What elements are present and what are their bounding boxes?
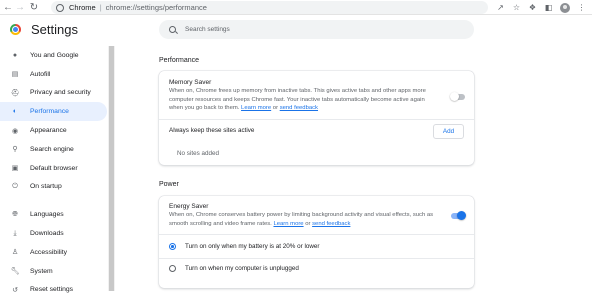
forward-arrow-icon[interactable]: → [14,0,26,14]
search-icon [169,26,176,33]
sidebar-item-label: Reset settings [30,286,74,294]
browser-window-icon: ▣ [11,165,19,173]
side-panel-icon[interactable]: ◧ [544,3,553,12]
search-input[interactable] [185,26,465,33]
shield-icon: ⛑ [10,89,20,97]
energy-saver-toggle[interactable] [451,211,466,220]
energy-saver-title: Energy Saver [169,203,209,210]
sidebar-item-system[interactable]: 🔧︎ System [0,262,107,281]
sidebar-item-autofill[interactable]: ▤ Autofill [0,65,107,84]
sidebar-item-label: Languages [30,211,64,219]
always-keep-active-label: Always keep these sites active [169,127,255,134]
toggle-knob [450,92,459,101]
sidebar-item-label: Default browser [30,164,78,172]
power-section-title: Power [159,181,179,188]
toggle-knob [457,211,466,220]
sidebar-item-you-and-google[interactable]: ● You and Google [0,46,107,65]
reload-icon[interactable]: ↻ [28,0,40,14]
sidebar-item-label: On startup [30,183,62,191]
profile-avatar[interactable] [560,2,570,13]
sidebar-item-appearance[interactable]: ◉ Appearance [0,121,107,140]
omnibox-separator: | [99,3,102,12]
chrome-logo-icon [10,24,21,35]
sidebar-item-label: Search engine [30,145,74,153]
back-arrow-icon[interactable]: ← [2,0,14,14]
settings-search[interactable] [159,20,474,39]
energy-saver-description: When on, Chrome conserves battery power … [169,211,437,228]
speedometer-icon: ◐ [12,108,18,116]
unplugged-radio[interactable] [169,265,176,272]
power-icon: ⏻ [12,182,18,190]
sidebar-item-label: Downloads [30,230,64,238]
memory-saver-title: Memory Saver [169,79,212,86]
sidebar-nav: ● You and Google ▤ Autofill ⛑ Privacy an… [0,46,108,299]
reset-icon: ↺ [12,286,18,294]
sidebar-item-label: Performance [30,108,69,116]
person-icon: ● [12,51,18,59]
sidebar-scrollbar-thumb[interactable] [109,46,114,291]
sidebar-item-label: Accessibility [30,248,68,256]
energy-saver-or-text: or [303,220,313,227]
unplugged-option-label[interactable]: Turn on when my computer is unplugged [185,265,299,272]
energy-saver-card: Energy Saver When on, Chrome conserves b… [159,196,474,288]
bookmark-star-icon[interactable]: ☆ [512,3,521,12]
sidebar-item-privacy-and-security[interactable]: ⛑ Privacy and security [0,84,107,103]
sidebar-item-languages[interactable]: 🌐︎ Languages [0,205,107,224]
extensions-icon[interactable]: ❖ [528,3,537,12]
page-title: Settings [31,22,78,37]
sidebar-item-label: Privacy and security [30,89,91,97]
omnibox-site-label: Chrome [69,3,96,12]
sidebar-divider [0,196,108,205]
omnibox-url[interactable]: chrome://settings/performance [106,3,207,12]
sidebar-item-label: System [30,267,53,275]
palette-icon: ◉ [11,127,19,135]
download-icon: ⤓ [13,229,17,237]
battery-20-radio[interactable] [169,243,176,250]
performance-section-title: Performance [159,57,200,64]
sidebar-item-on-startup[interactable]: ⏻ On startup [0,178,107,197]
add-site-button[interactable]: Add [433,124,464,139]
card-divider [159,234,474,235]
sidebar-item-label: You and Google [30,51,79,59]
memory-saver-card: Memory Saver When on, Chrome frees up me… [159,71,474,165]
sidebar-item-reset-settings[interactable]: ↺ Reset settings [0,281,107,299]
memory-saver-or-text: or [271,105,280,112]
toolbar-actions: ↗ ☆ ❖ ◧ ⋮ [496,0,586,15]
sidebar-item-default-browser[interactable]: ▣ Default browser [0,159,107,178]
address-bar[interactable]: Chrome | chrome://settings/performance [51,1,488,14]
memory-saver-description: When on, Chrome frees up memory from ina… [169,87,437,113]
memory-saver-toggle[interactable] [450,92,465,101]
energy-saver-send-feedback-link[interactable]: send feedback [312,221,350,227]
battery-20-option-label[interactable]: Turn on only when my battery is at 20% o… [185,243,320,250]
memory-saver-send-feedback-link[interactable]: send feedback [280,105,318,111]
autofill-icon: ▤ [11,71,19,79]
sidebar-item-performance[interactable]: ◐ Performance [0,102,107,122]
card-divider [159,119,474,120]
sidebar-item-accessibility[interactable]: ♙ Accessibility [0,243,107,262]
share-icon[interactable]: ↗ [496,3,505,12]
sidebar-item-label: Autofill [30,70,51,78]
card-divider [159,258,474,259]
sidebar-item-label: Appearance [30,127,67,135]
search-icon: ⚲ [12,146,18,154]
energy-saver-learn-more-link[interactable]: Learn more [273,221,303,227]
browser-toolbar: ← → ↻ Chrome | chrome://settings/perform… [0,0,592,15]
wrench-icon: 🔧︎ [10,268,20,276]
memory-saver-learn-more-link[interactable]: Learn more [241,105,271,111]
more-menu-icon[interactable]: ⋮ [577,3,586,12]
chrome-site-icon[interactable] [56,3,64,12]
sidebar-item-downloads[interactable]: ⤓ Downloads [0,224,107,243]
globe-icon: 🌐︎ [12,210,18,218]
sidebar-item-search-engine[interactable]: ⚲ Search engine [0,140,107,159]
no-sites-added-text: No sites added [177,150,220,157]
accessibility-icon: ♙ [11,249,19,257]
